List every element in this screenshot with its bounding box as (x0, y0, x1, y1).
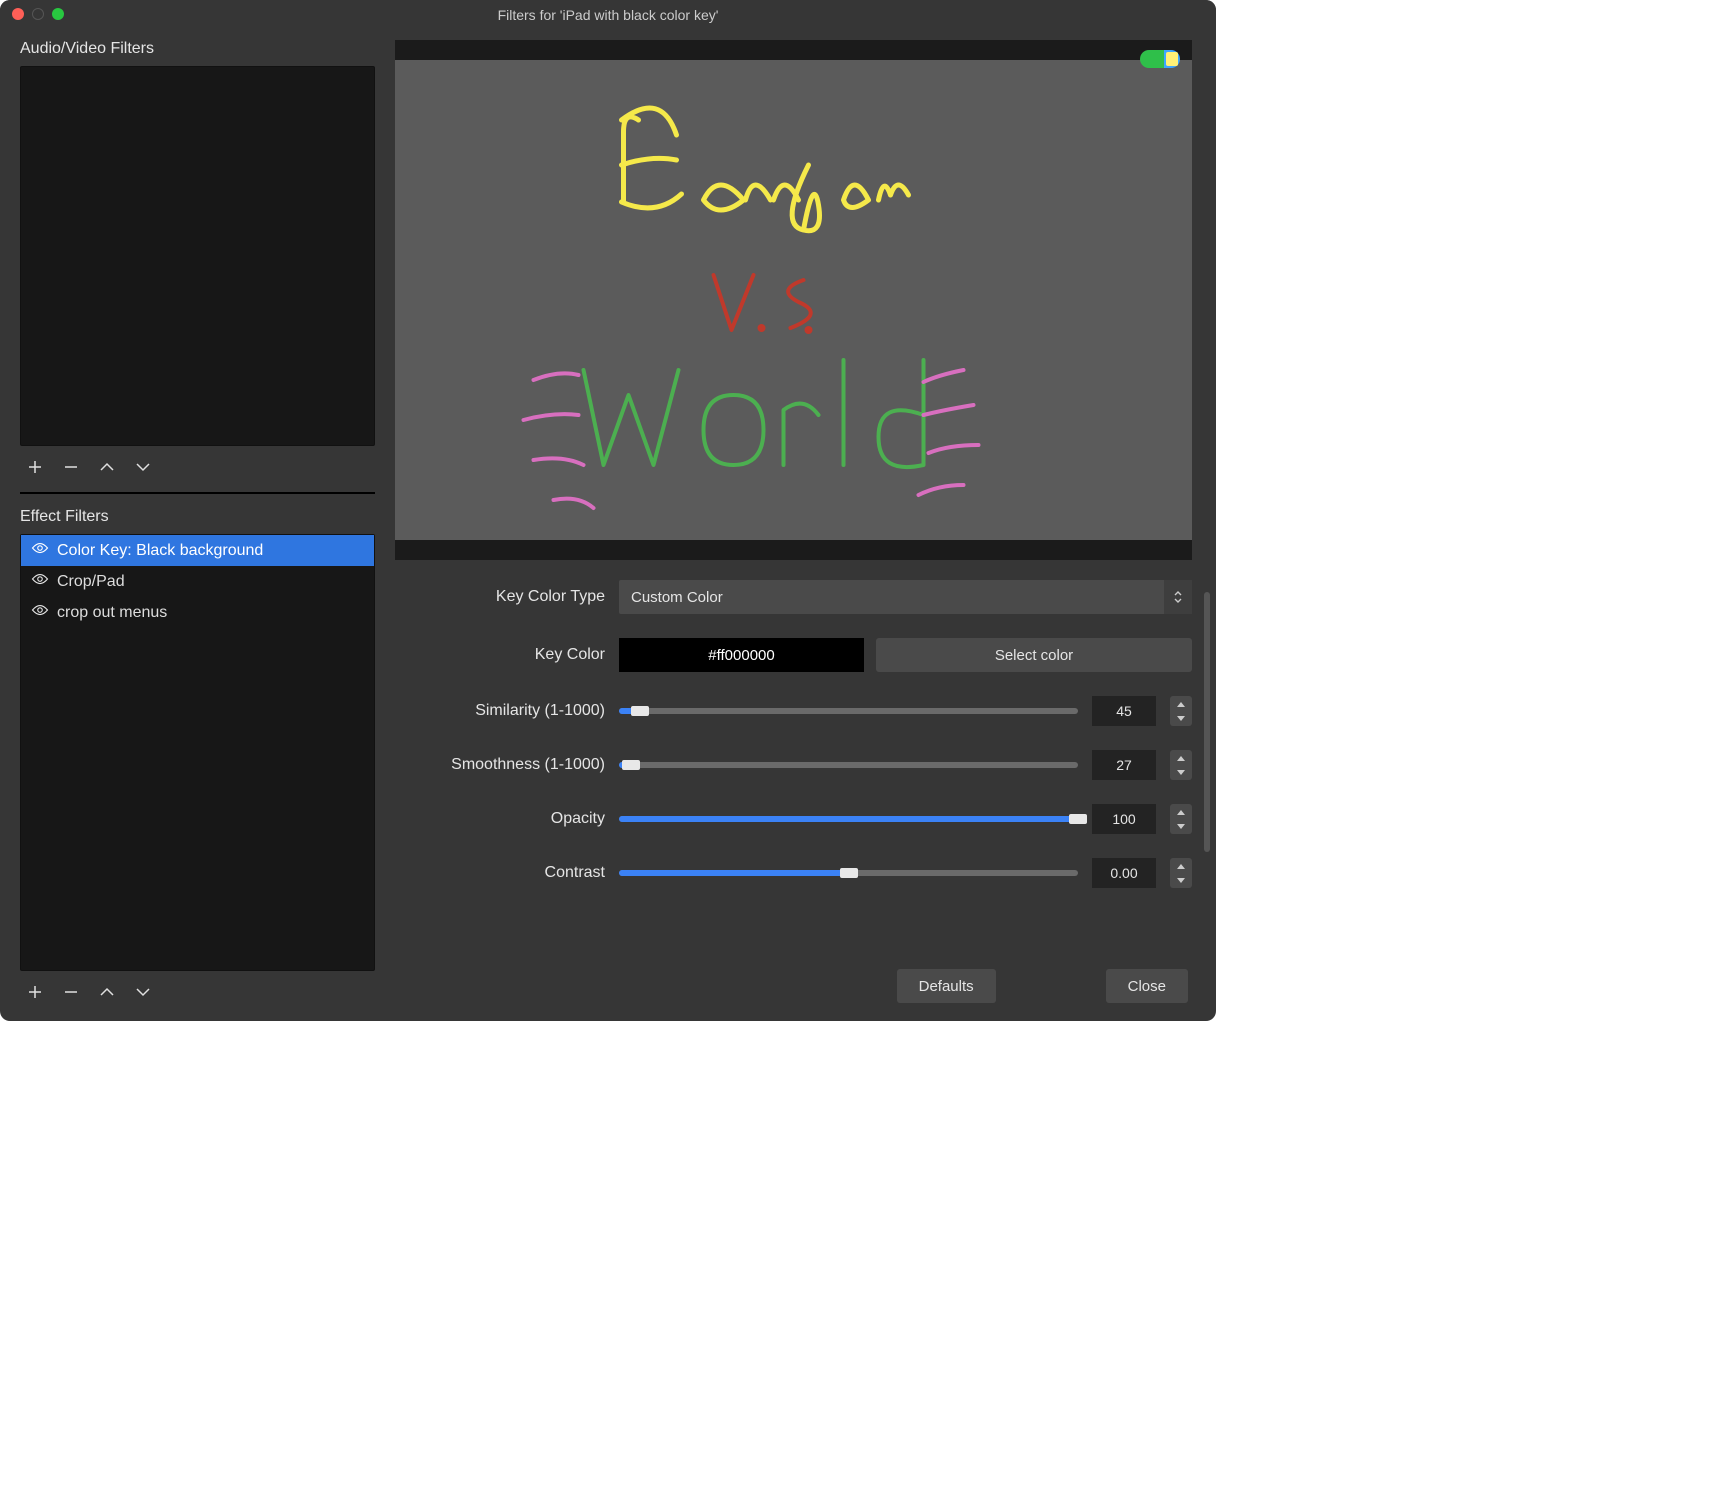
stepper-up-icon[interactable] (1170, 750, 1192, 765)
minimize-window-icon[interactable] (32, 8, 44, 20)
stepper-down-icon[interactable] (1170, 711, 1192, 726)
effect-filter-label: Crop/Pad (57, 573, 125, 591)
filter-properties-form: Key Color Type Custom Color Key Color #f… (395, 560, 1192, 888)
slider-track[interactable] (619, 762, 1078, 768)
bottom-button-bar: Defaults Close (897, 969, 1188, 1003)
stepper-up-icon[interactable] (1170, 696, 1192, 711)
preview-canvas (395, 60, 1192, 540)
slider-thumb[interactable] (622, 760, 640, 770)
slider-track[interactable] (619, 816, 1078, 822)
audio-video-toolbar (20, 446, 375, 486)
move-av-filter-down-button[interactable] (132, 456, 154, 478)
effect-filters-label: Effect Filters (20, 508, 375, 526)
zoom-window-icon[interactable] (52, 8, 64, 20)
preview-area (395, 40, 1192, 560)
effect-filter-row[interactable]: crop out menus (21, 597, 374, 628)
right-column: Key Color Type Custom Color Key Color #f… (385, 30, 1216, 1021)
slider-stepper[interactable] (1170, 750, 1192, 780)
slider-label: Opacity (395, 810, 605, 828)
select-color-button[interactable]: Select color (876, 638, 1192, 672)
slider-label: Contrast (395, 864, 605, 882)
effect-filter-label: crop out menus (57, 604, 167, 622)
remove-effect-filter-button[interactable] (60, 981, 82, 1003)
audio-video-filters-label: Audio/Video Filters (20, 40, 375, 58)
stepper-up-icon[interactable] (1170, 804, 1192, 819)
visibility-eye-icon[interactable] (31, 539, 49, 562)
visibility-eye-icon[interactable] (31, 601, 49, 624)
properties-scrollbar[interactable] (1204, 592, 1210, 852)
slider-stepper[interactable] (1170, 858, 1192, 888)
effect-filters-list[interactable]: Color Key: Black background Crop/Pad crop … (20, 534, 375, 971)
effect-filter-row[interactable]: Color Key: Black background (21, 535, 374, 566)
slider-value-input[interactable]: 100 (1092, 804, 1156, 834)
slider-stepper[interactable] (1170, 804, 1192, 834)
slider-track[interactable] (619, 708, 1078, 714)
slider-stepper[interactable] (1170, 696, 1192, 726)
section-divider (20, 492, 375, 494)
close-button[interactable]: Close (1106, 969, 1188, 1003)
slider-label: Smoothness (1-1000) (395, 756, 605, 774)
add-effect-filter-button[interactable] (24, 981, 46, 1003)
stepper-down-icon[interactable] (1170, 765, 1192, 780)
slider-thumb[interactable] (631, 706, 649, 716)
move-effect-filter-up-button[interactable] (96, 981, 118, 1003)
slider-thumb[interactable] (840, 868, 858, 878)
stepper-down-icon[interactable] (1170, 819, 1192, 834)
preview-overlay-toggle[interactable] (1140, 50, 1180, 68)
stepper-up-icon[interactable] (1170, 858, 1192, 873)
select-stepper-icon[interactable] (1164, 580, 1192, 614)
slider-track[interactable] (619, 870, 1078, 876)
key-color-label: Key Color (395, 646, 605, 664)
audio-video-filters-list[interactable] (20, 66, 375, 446)
defaults-button[interactable]: Defaults (897, 969, 996, 1003)
slider-thumb[interactable] (1069, 814, 1087, 824)
window-controls (12, 8, 64, 20)
remove-av-filter-button[interactable] (60, 456, 82, 478)
window-title: Filters for 'iPad with black color key' (498, 7, 719, 23)
key-color-type-value: Custom Color (631, 589, 723, 606)
title-bar: Filters for 'iPad with black color key' (0, 0, 1216, 30)
slider-value-input[interactable]: 27 (1092, 750, 1156, 780)
add-av-filter-button[interactable] (24, 456, 46, 478)
slider-label: Similarity (1-1000) (395, 702, 605, 720)
stepper-down-icon[interactable] (1170, 873, 1192, 888)
key-color-type-label: Key Color Type (395, 588, 605, 606)
effect-toolbar (20, 971, 375, 1011)
key-color-type-select[interactable]: Custom Color (619, 580, 1192, 614)
left-column: Audio/Video Filters Effect Filters Color… (0, 30, 385, 1021)
close-window-icon[interactable] (12, 8, 24, 20)
filters-window: Filters for 'iPad with black color key' … (0, 0, 1216, 1021)
effect-filter-label: Color Key: Black background (57, 542, 263, 560)
effect-filter-row[interactable]: Crop/Pad (21, 566, 374, 597)
move-effect-filter-down-button[interactable] (132, 981, 154, 1003)
key-color-swatch[interactable]: #ff000000 (619, 638, 864, 672)
move-av-filter-up-button[interactable] (96, 456, 118, 478)
slider-value-input[interactable]: 45 (1092, 696, 1156, 726)
visibility-eye-icon[interactable] (31, 570, 49, 593)
slider-value-input[interactable]: 0.00 (1092, 858, 1156, 888)
